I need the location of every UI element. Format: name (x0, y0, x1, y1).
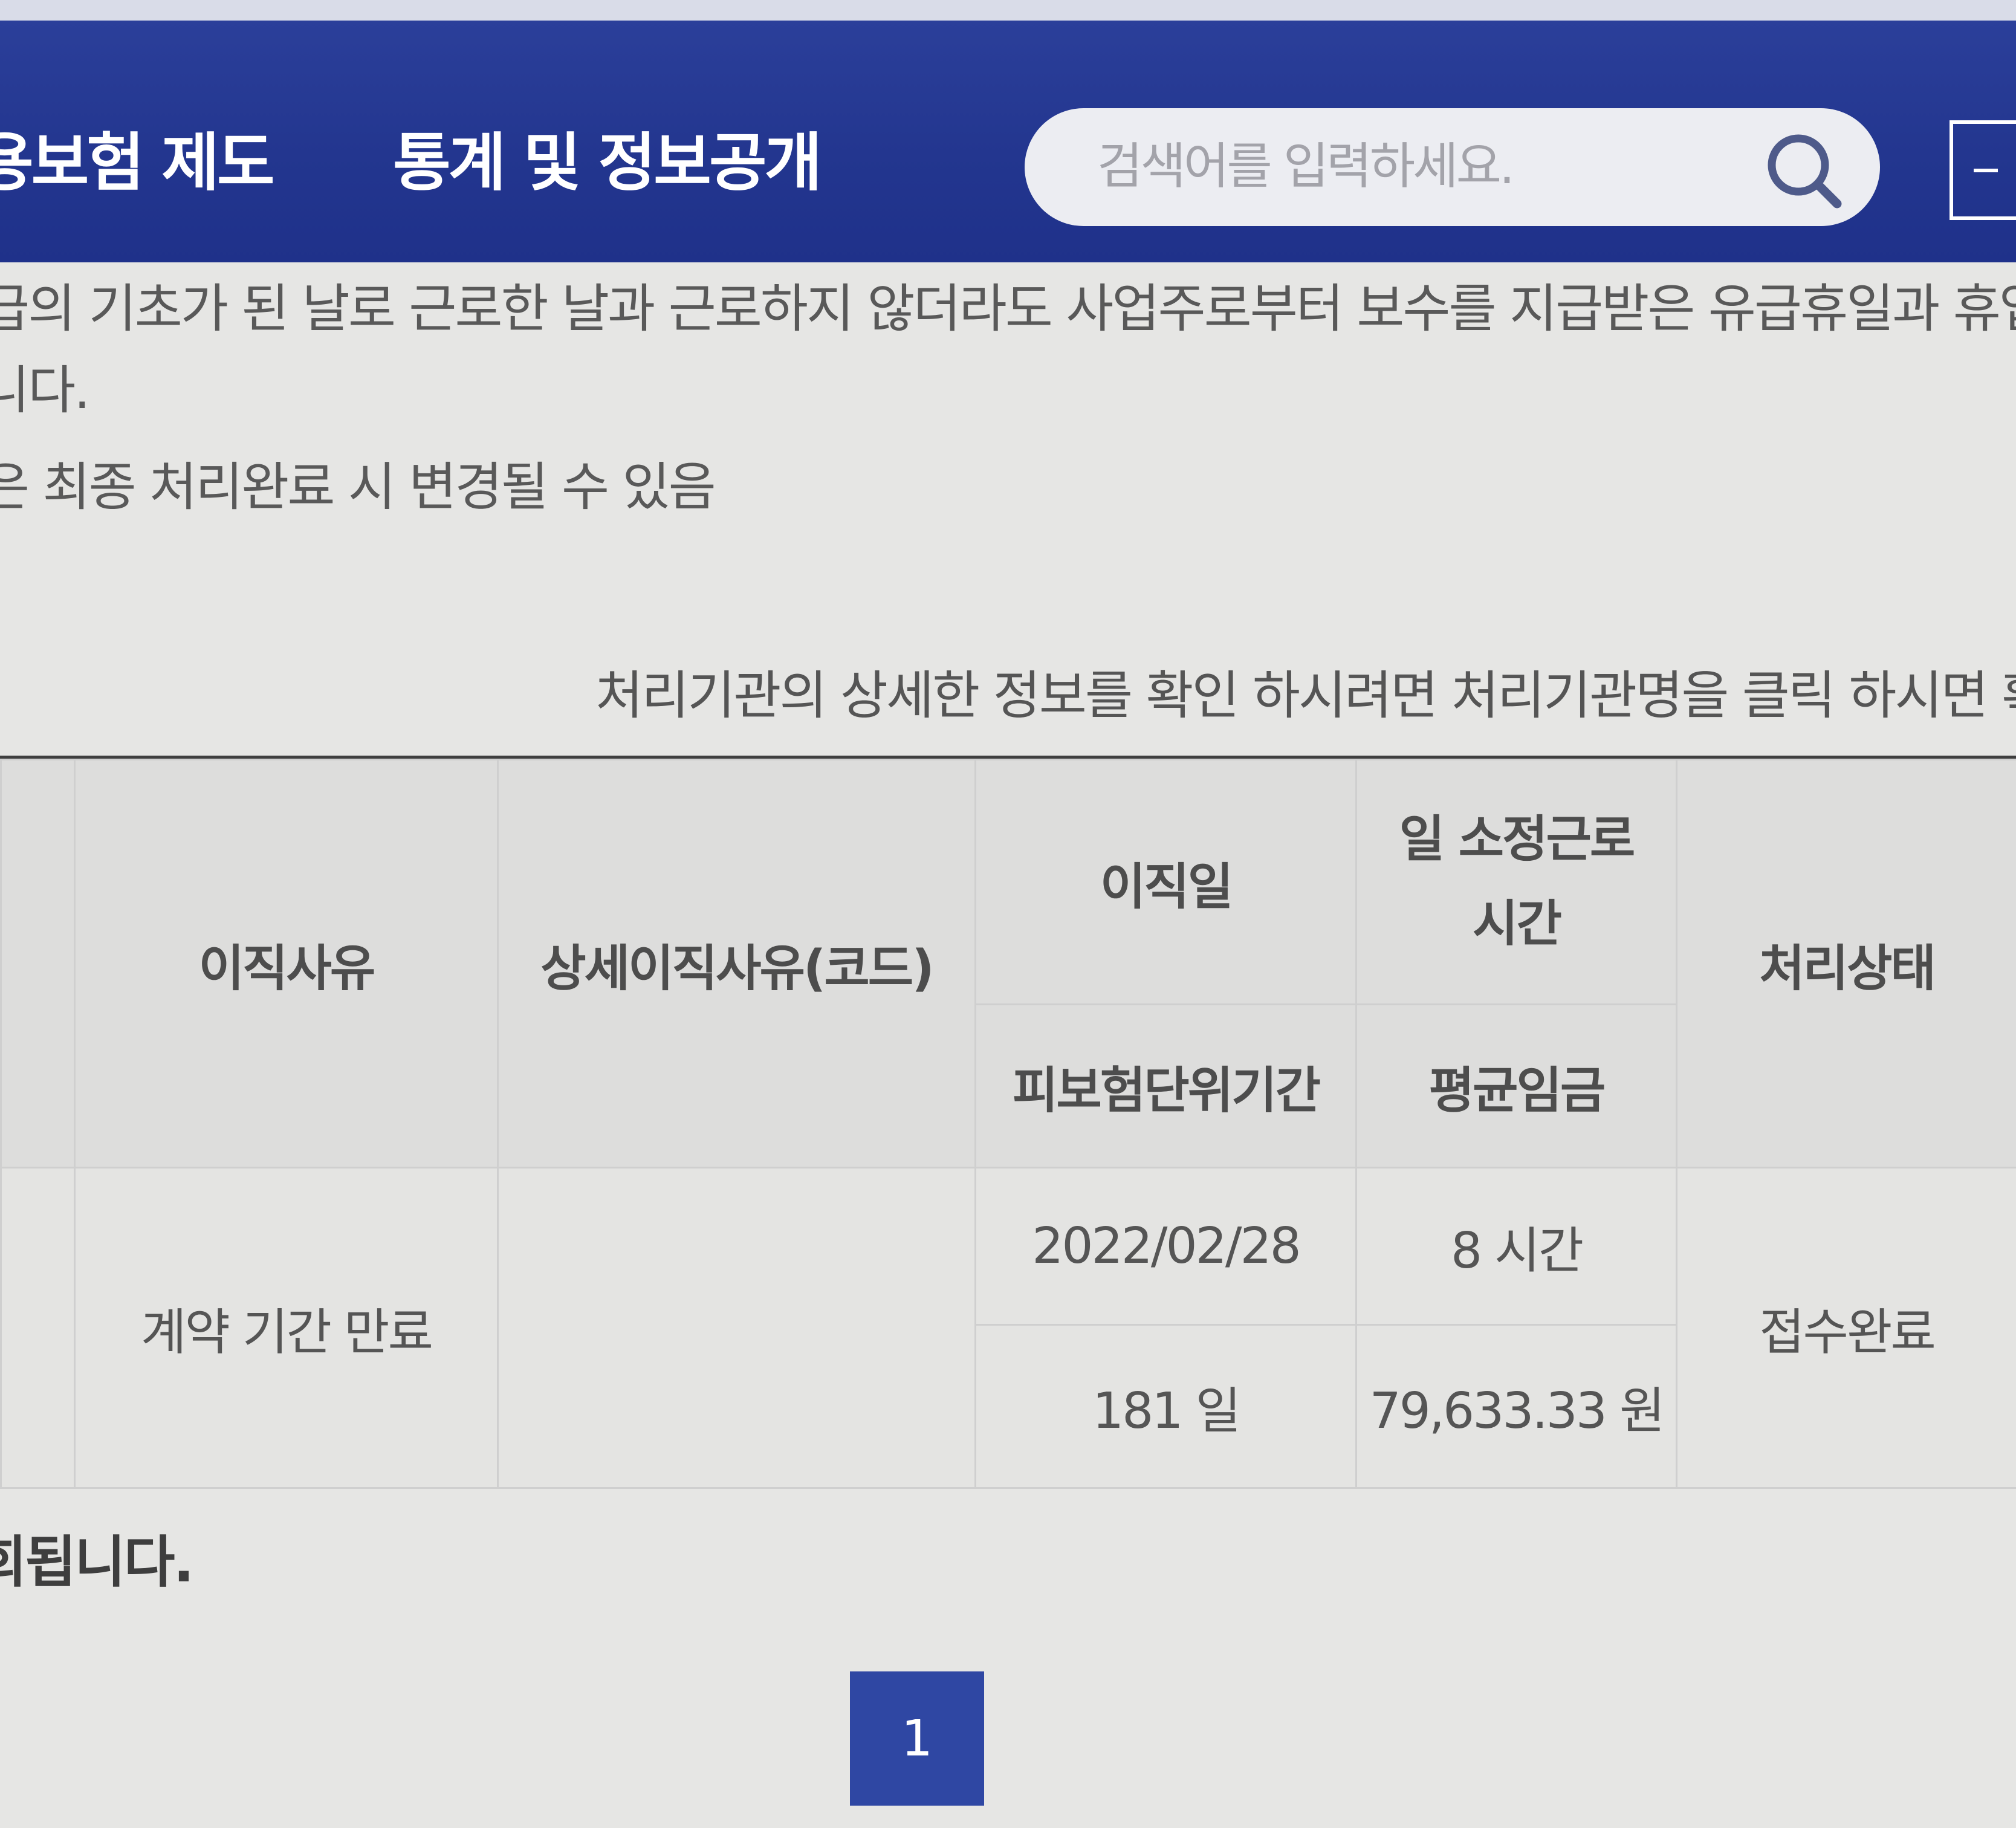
cell-daily-hours: 8 시간 (1355, 1167, 1677, 1326)
cell-leave-date: 2022/02/28 (974, 1167, 1357, 1326)
search-icon[interactable] (1761, 128, 1846, 212)
header-daily-hours-line2: 시간 (1473, 895, 1562, 953)
header-status: 처리상태 (1676, 759, 2016, 1168)
header-reason: 이직사유 (74, 759, 499, 1168)
info-text-line-2: 니다. (0, 360, 91, 421)
cell-detail-reason (497, 1167, 976, 1489)
info-text-line-1: 급의 기초가 된 날로 근로한 날과 근로하지 않더라도 사업주로부터 보수를 … (0, 279, 2016, 339)
header-daily-hours-line1: 일 소정근로 (1399, 811, 1636, 868)
header-insured-period: 피보험단위기간 (974, 1003, 1357, 1168)
search-box (1025, 108, 1880, 226)
header-leave-date: 이직일 (974, 759, 1357, 1005)
pagination-page-1[interactable]: 1 (850, 1671, 984, 1806)
nav-insurance-system[interactable]: 용보험 제도 (0, 111, 275, 203)
cell-blank (0, 1167, 76, 1489)
nav-statistics-disclosure[interactable]: 통계 및 정보공개 (393, 111, 822, 203)
notice-text: 처리기관의 상세한 정보를 확인 하시려면 처리기관명을 클릭 하시면 확인 (595, 666, 2016, 726)
cell-avg-wage: 79,633.33 원 (1355, 1324, 1677, 1489)
header-cell-blank (0, 759, 76, 1168)
menu-icon (1974, 169, 1998, 172)
cell-status: 접수완료 (1676, 1167, 2016, 1489)
search-input[interactable] (1096, 132, 1733, 200)
header-detail-reason: 상세이직사유(코드) (497, 759, 976, 1168)
site-header: 용보험 제도 통계 및 정보공개 (0, 21, 2016, 262)
header-avg-wage: 평균임금 (1355, 1003, 1677, 1168)
top-strip (0, 0, 2016, 21)
cell-insured-period: 181 일 (974, 1324, 1357, 1489)
footnote-text: 회됩니다. (0, 1530, 195, 1595)
cell-reason: 계약 기간 만료 (74, 1167, 499, 1489)
info-text-line-3: 은 최종 처리완료 시 변경될 수 있음 (0, 457, 716, 517)
job-leave-table: 이직사유 상세이직사유(코드) 이직일 일 소정근로 시간 처리상태 피보험단위… (0, 759, 2016, 1489)
header-daily-hours: 일 소정근로 시간 (1355, 759, 1677, 1005)
menu-button[interactable] (1950, 120, 2016, 220)
